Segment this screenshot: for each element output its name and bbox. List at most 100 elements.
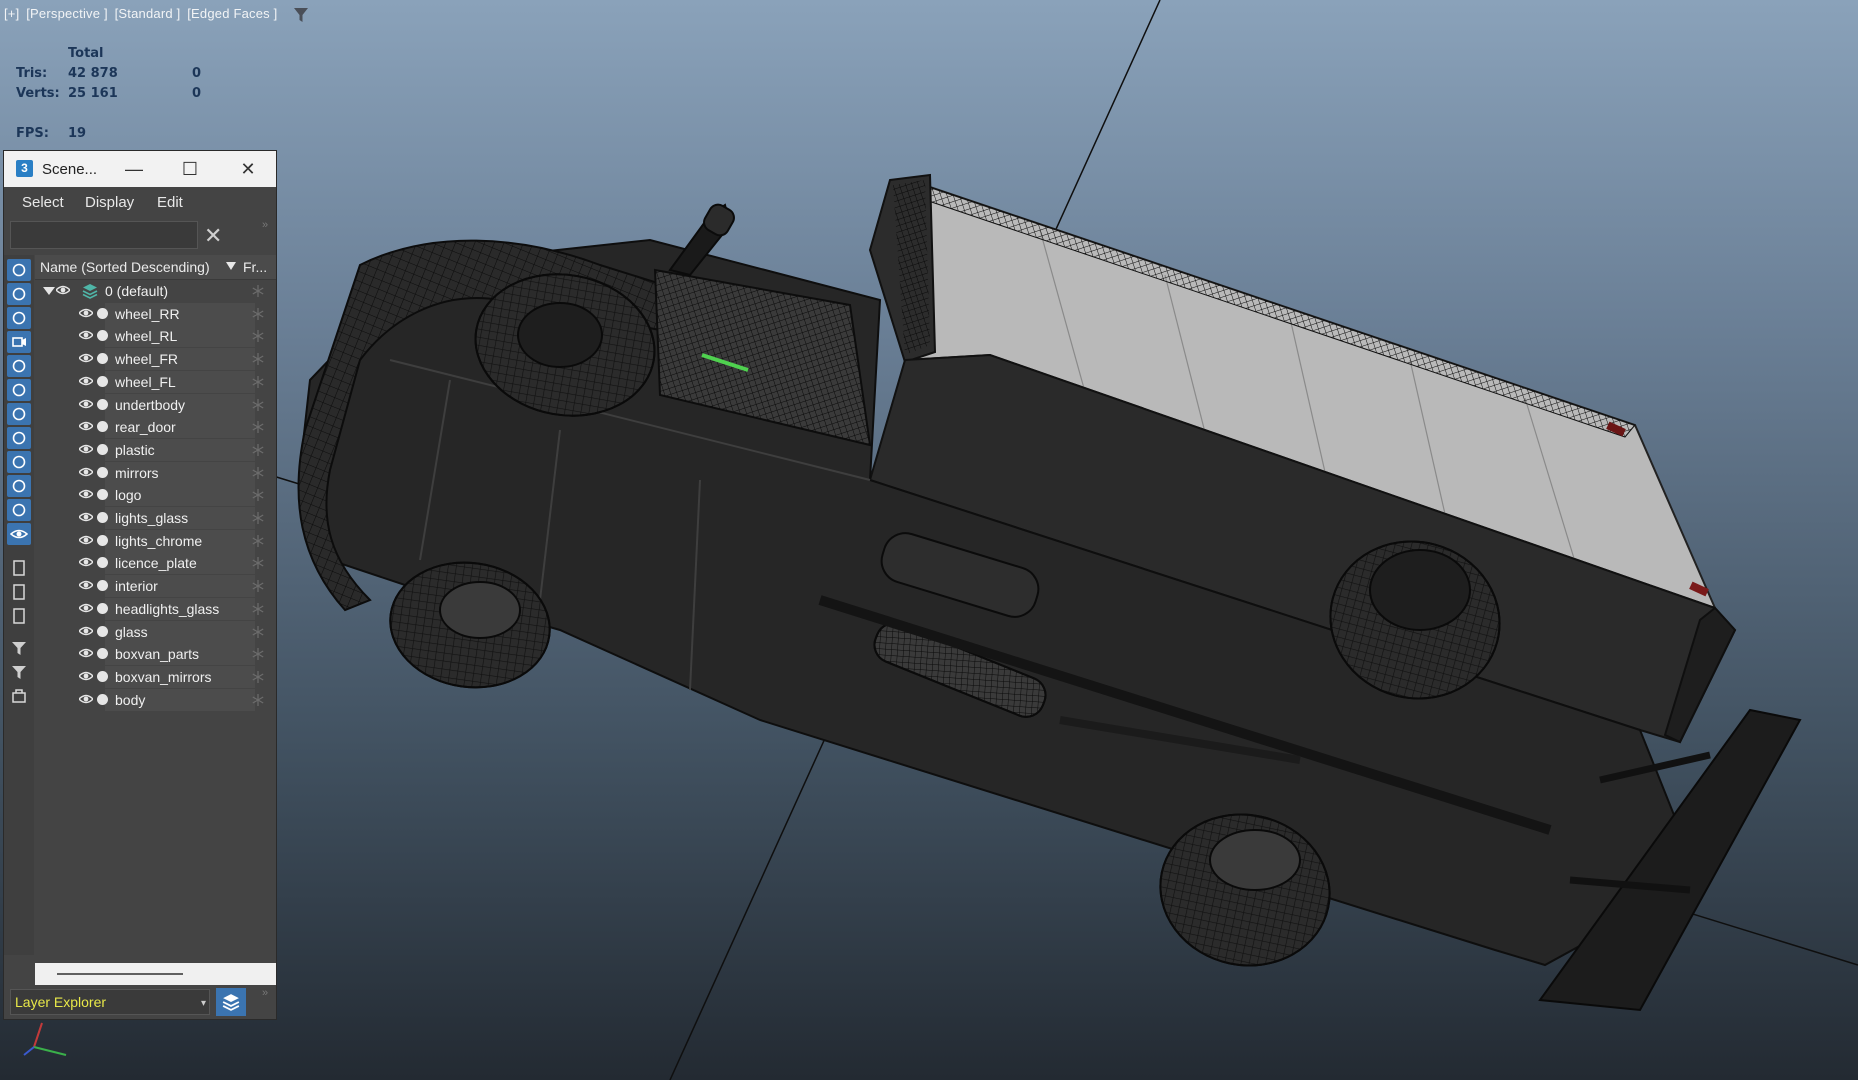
- freeze-snowflake-icon[interactable]: [251, 443, 265, 457]
- collapse-arrow-icon[interactable]: [43, 287, 55, 295]
- scene-object-list[interactable]: 0 (default) wheel_RR wheel_RL wheel_FR whee…: [35, 280, 276, 960]
- display-helpers-icon[interactable]: [7, 355, 31, 377]
- freeze-snowflake-icon[interactable]: [251, 398, 265, 412]
- object-row[interactable]: wheel_RR: [35, 303, 276, 325]
- visibility-eye-icon[interactable]: [79, 489, 93, 499]
- render-dot-icon[interactable]: [97, 671, 108, 682]
- truck-model-render[interactable]: [0, 0, 1858, 1080]
- minimize-button[interactable]: —: [112, 154, 156, 184]
- render-dot-icon[interactable]: [97, 308, 108, 319]
- viewport-menu-shading-standard[interactable]: [Standard ]: [115, 6, 181, 21]
- column-header-name[interactable]: Name (Sorted Descending): [40, 259, 210, 275]
- chevron-down-icon[interactable]: ▾: [201, 998, 206, 1009]
- explorer-mode-dropdown[interactable]: Layer Explorer ▾: [10, 989, 210, 1015]
- object-row[interactable]: undertbody: [35, 394, 276, 416]
- freeze-snowflake-icon[interactable]: [251, 307, 265, 321]
- freeze-snowflake-icon[interactable]: [251, 488, 265, 502]
- render-dot-icon[interactable]: [97, 330, 108, 341]
- menu-select[interactable]: Select: [22, 194, 64, 211]
- display-containers-icon[interactable]: [7, 475, 31, 497]
- visibility-eye-icon[interactable]: [79, 580, 93, 590]
- display-hidden-icon[interactable]: [7, 523, 31, 545]
- visibility-eye-icon[interactable]: [79, 694, 93, 704]
- display-all-icon[interactable]: [7, 557, 31, 579]
- visibility-eye-icon[interactable]: [79, 648, 93, 658]
- object-row[interactable]: wheel_FL: [35, 371, 276, 393]
- freeze-snowflake-icon[interactable]: [251, 625, 265, 639]
- maximize-button[interactable]: ☐: [168, 154, 212, 184]
- render-dot-icon[interactable]: [97, 512, 108, 523]
- filter-icon[interactable]: [7, 661, 31, 683]
- freeze-snowflake-icon[interactable]: [251, 284, 265, 298]
- object-row[interactable]: mirrors: [35, 462, 276, 484]
- render-dot-icon[interactable]: [97, 626, 108, 637]
- visibility-eye-icon[interactable]: [79, 557, 93, 567]
- render-dot-icon[interactable]: [97, 467, 108, 478]
- object-row[interactable]: wheel_RL: [35, 325, 276, 347]
- visibility-eye-icon[interactable]: [79, 626, 93, 636]
- object-row[interactable]: boxvan_mirrors: [35, 666, 276, 688]
- horizontal-scrollbar[interactable]: [35, 963, 276, 985]
- object-row[interactable]: boxvan_parts: [35, 643, 276, 665]
- close-button[interactable]: ✕: [226, 154, 270, 184]
- perspective-viewport[interactable]: [+] [Perspective ] [Standard ] [Edged Fa…: [0, 0, 1858, 1080]
- display-cameras-icon[interactable]: [7, 331, 31, 353]
- render-dot-icon[interactable]: [97, 421, 108, 432]
- visibility-eye-icon[interactable]: [79, 330, 93, 340]
- freeze-snowflake-icon[interactable]: [251, 647, 265, 661]
- freeze-snowflake-icon[interactable]: [251, 375, 265, 389]
- visibility-eye-icon[interactable]: [79, 467, 93, 477]
- freeze-snowflake-icon[interactable]: [251, 466, 265, 480]
- object-row[interactable]: glass: [35, 621, 276, 643]
- scene-explorer-window[interactable]: 3 Scene... — ☐ ✕ Select Display Edit ✕ »…: [3, 150, 277, 1020]
- object-row[interactable]: body: [35, 689, 276, 711]
- scrollbar-thumb[interactable]: [57, 973, 183, 975]
- object-row[interactable]: lights_glass: [35, 507, 276, 529]
- freeze-snowflake-icon[interactable]: [251, 602, 265, 616]
- visibility-eye-icon[interactable]: [79, 353, 93, 363]
- render-dot-icon[interactable]: [97, 376, 108, 387]
- layer-manager-icon[interactable]: [7, 685, 31, 707]
- freeze-snowflake-icon[interactable]: [251, 670, 265, 684]
- scene-explorer-titlebar[interactable]: 3 Scene... — ☐ ✕: [4, 151, 276, 187]
- render-dot-icon[interactable]: [97, 580, 108, 591]
- display-groups-icon[interactable]: [7, 403, 31, 425]
- menu-edit[interactable]: Edit: [157, 194, 183, 211]
- footer-overflow-icon[interactable]: »: [262, 987, 268, 999]
- freeze-snowflake-icon[interactable]: [251, 693, 265, 707]
- search-input[interactable]: [10, 221, 198, 249]
- object-row[interactable]: rear_door: [35, 416, 276, 438]
- display-shapes-icon[interactable]: [7, 283, 31, 305]
- toolbar-overflow-icon[interactable]: »: [262, 219, 268, 231]
- menu-display[interactable]: Display: [85, 194, 134, 211]
- freeze-snowflake-icon[interactable]: [251, 511, 265, 525]
- display-spacewarps-icon[interactable]: [7, 379, 31, 401]
- display-geometry-icon[interactable]: [7, 259, 31, 281]
- object-row[interactable]: wheel_FR: [35, 348, 276, 370]
- object-row[interactable]: lights_chrome: [35, 530, 276, 552]
- render-dot-icon[interactable]: [97, 648, 108, 659]
- object-row[interactable]: logo: [35, 484, 276, 506]
- visibility-eye-icon[interactable]: [79, 535, 93, 545]
- display-lights-icon[interactable]: [7, 307, 31, 329]
- freeze-snowflake-icon[interactable]: [251, 579, 265, 593]
- clear-search-icon[interactable]: ✕: [204, 223, 222, 249]
- render-dot-icon[interactable]: [97, 694, 108, 705]
- object-row[interactable]: interior: [35, 575, 276, 597]
- render-dot-icon[interactable]: [97, 603, 108, 614]
- display-none-icon[interactable]: [7, 581, 31, 603]
- display-bones-icon[interactable]: [7, 451, 31, 473]
- invert-display-icon[interactable]: [7, 605, 31, 627]
- display-xrefs-icon[interactable]: [7, 427, 31, 449]
- viewport-label[interactable]: [+] [Perspective ] [Standard ] [Edged Fa…: [4, 6, 280, 21]
- render-dot-icon[interactable]: [97, 489, 108, 500]
- visibility-eye-icon[interactable]: [79, 308, 93, 318]
- render-dot-icon[interactable]: [97, 444, 108, 455]
- column-header-frozen[interactable]: Fr...: [243, 259, 267, 275]
- render-dot-icon[interactable]: [97, 399, 108, 410]
- visibility-eye-icon[interactable]: [79, 376, 93, 386]
- column-header[interactable]: Name (Sorted Descending) Fr...: [35, 255, 276, 280]
- object-row[interactable]: plastic: [35, 439, 276, 461]
- display-frozen-icon[interactable]: [7, 499, 31, 521]
- object-row[interactable]: licence_plate: [35, 552, 276, 574]
